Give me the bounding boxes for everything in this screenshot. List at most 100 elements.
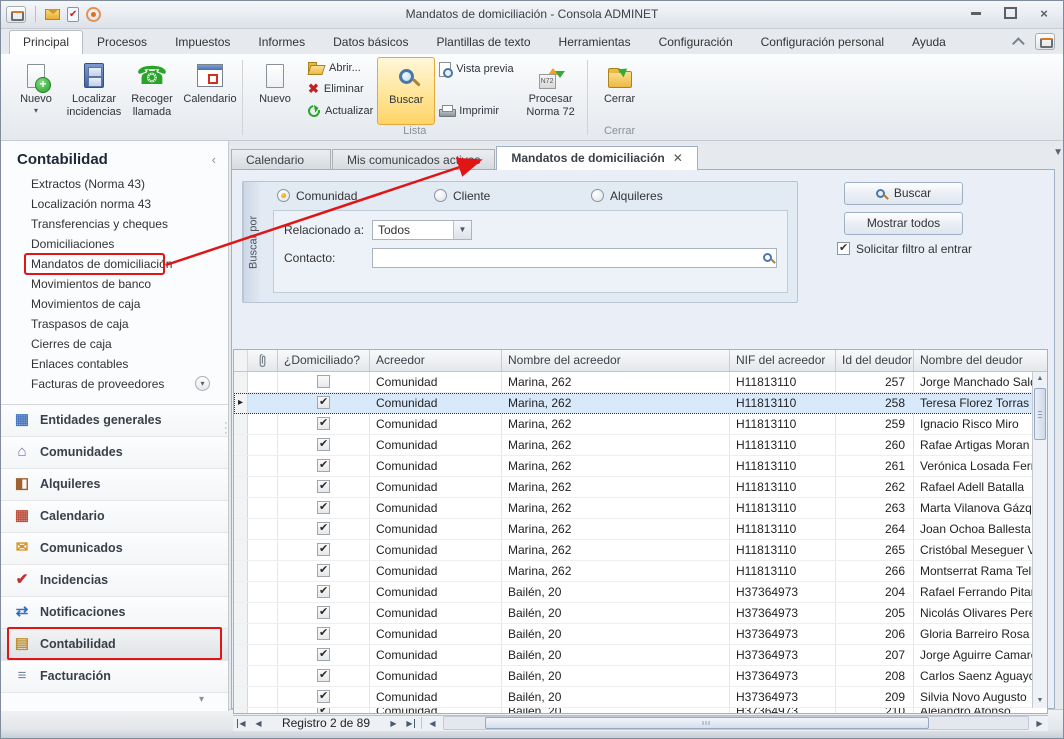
table-row[interactable]: Comunidad Marina, 262 H11813110 264 Joan…: [234, 519, 1047, 540]
table-row[interactable]: Comunidad Bailén, 20 H37364973 210 Aleja…: [234, 708, 1047, 714]
table-row[interactable]: Comunidad Marina, 262 H11813110 263 Mart…: [234, 498, 1047, 519]
table-row[interactable]: Comunidad Bailén, 20 H37364973 207 Jorge…: [234, 645, 1047, 666]
cerrar-button[interactable]: Cerrar: [591, 57, 649, 125]
document-tab[interactable]: Calendario ✕: [231, 149, 331, 170]
column-header[interactable]: Nombre del deudor: [914, 350, 1047, 371]
scroll-left-icon[interactable]: ◀: [424, 719, 441, 728]
menu-tab[interactable]: Procesos: [83, 30, 161, 54]
menu-tab[interactable]: Plantillas de texto: [422, 30, 544, 54]
eliminar-button[interactable]: ✖Eliminar: [308, 81, 373, 97]
tab-close-icon[interactable]: ✕: [673, 151, 683, 165]
sidebar-item[interactable]: Cierres de caja ▾: [1, 334, 228, 354]
table-row[interactable]: Comunidad Marina, 262 H11813110 261 Veró…: [234, 456, 1047, 477]
domiciliado-checkbox[interactable]: [317, 543, 330, 556]
search-radio[interactable]: Alquileres: [591, 189, 748, 203]
module-item[interactable]: Entidades generales: [1, 405, 228, 437]
table-row[interactable]: Comunidad Marina, 262 H11813110 257 Jorg…: [234, 372, 1047, 393]
tab-list-dropdown-icon[interactable]: ▼: [1053, 147, 1063, 158]
table-row[interactable]: Comunidad Bailén, 20 H37364973 208 Carlo…: [234, 666, 1047, 687]
menu-tab[interactable]: Configuración personal: [747, 30, 898, 54]
sidebar-item[interactable]: Transferencias y cheques ▾: [1, 214, 228, 234]
table-row[interactable]: Comunidad Marina, 262 H11813110 262 Rafa…: [234, 477, 1047, 498]
search-radio[interactable]: Cliente: [434, 189, 591, 203]
domiciliado-checkbox[interactable]: [317, 708, 330, 714]
prev-record-button[interactable]: ◀: [250, 719, 267, 728]
sidebar-item[interactable]: Mandatos de domiciliación ▾: [1, 254, 228, 274]
domiciliado-checkbox[interactable]: [317, 459, 330, 472]
menu-tab[interactable]: Configuración: [645, 30, 747, 54]
domiciliado-checkbox[interactable]: [317, 627, 330, 640]
table-row[interactable]: Comunidad Marina, 262 H11813110 265 Cris…: [234, 540, 1047, 561]
domiciliado-checkbox[interactable]: [317, 522, 330, 535]
domiciliado-checkbox[interactable]: [317, 564, 330, 577]
sidebar-more-icon[interactable]: ▾: [199, 694, 204, 705]
domiciliado-checkbox[interactable]: [317, 396, 330, 409]
calendario-button[interactable]: Calendario: [181, 57, 239, 125]
domiciliado-checkbox[interactable]: [317, 438, 330, 451]
procesar-norma72-button[interactable]: N72 Procesar Norma 72: [518, 57, 584, 125]
localizar-incidencias-button[interactable]: Localizar incidencias: [65, 57, 123, 125]
sidebar-item[interactable]: Traspasos de caja ▾: [1, 314, 228, 334]
column-header[interactable]: Id del deudor: [836, 350, 914, 371]
imprimir-button[interactable]: Imprimir: [439, 105, 513, 117]
column-header[interactable]: ¿Domiciliado?: [278, 350, 370, 371]
restore-icon[interactable]: [1001, 6, 1019, 20]
table-row[interactable]: Comunidad Bailén, 20 H37364973 205 Nicol…: [234, 603, 1047, 624]
module-item[interactable]: Notificaciones: [1, 597, 228, 629]
module-item[interactable]: Comunicados: [1, 533, 228, 565]
domiciliado-checkbox[interactable]: [317, 501, 330, 514]
tasks-check-icon[interactable]: [67, 7, 79, 22]
buscar-button[interactable]: Buscar: [844, 182, 963, 205]
collapse-ribbon-icon[interactable]: [1012, 37, 1025, 50]
domiciliado-checkbox[interactable]: [317, 690, 330, 703]
domiciliado-checkbox[interactable]: [317, 606, 330, 619]
vertical-scrollbar[interactable]: ▲ ▼: [1032, 372, 1047, 708]
nuevo-lista-button[interactable]: Nuevo: [246, 57, 304, 125]
sidebar-item[interactable]: Enlaces contables ▾: [1, 354, 228, 374]
combo-dropdown-icon[interactable]: ▼: [453, 221, 471, 239]
recoger-llamada-button[interactable]: ☎ Recoger llamada: [123, 57, 181, 125]
sidebar-item[interactable]: Extractos (Norma 43) ▾: [1, 174, 228, 194]
table-row[interactable]: Comunidad Marina, 262 H11813110 260 Rafa…: [234, 435, 1047, 456]
table-row[interactable]: Comunidad Bailén, 20 H37364973 204 Rafae…: [234, 582, 1047, 603]
scrollbar-thumb[interactable]: [485, 717, 929, 729]
menu-tab[interactable]: Ayuda: [898, 30, 960, 54]
app-logo-icon[interactable]: [6, 6, 26, 23]
table-row[interactable]: Comunidad Bailén, 20 H37364973 206 Glori…: [234, 624, 1047, 645]
collapse-sidebar-icon[interactable]: ‹: [212, 152, 216, 167]
lookup-magnifier-icon[interactable]: [763, 253, 772, 262]
attachment-column-header[interactable]: [248, 350, 278, 371]
minimize-icon[interactable]: [967, 6, 985, 20]
menu-tab[interactable]: Informes: [244, 30, 319, 54]
module-item[interactable]: Contabilidad: [1, 629, 228, 661]
table-row[interactable]: Comunidad Marina, 262 H11813110 266 Mont…: [234, 561, 1047, 582]
splitter-handle[interactable]: ···: [224, 421, 232, 436]
close-icon[interactable]: ×: [1035, 6, 1053, 20]
search-radio[interactable]: Comunidad: [277, 189, 434, 203]
sidebar-item[interactable]: Movimientos de caja ▾: [1, 294, 228, 314]
help-app-icon[interactable]: [1035, 33, 1055, 50]
module-item[interactable]: Facturación: [1, 661, 228, 693]
domiciliado-checkbox[interactable]: [317, 585, 330, 598]
module-item[interactable]: Incidencias: [1, 565, 228, 597]
scroll-right-icon[interactable]: ▶: [1031, 719, 1048, 728]
vista-previa-button[interactable]: Vista previa: [439, 62, 513, 77]
sidebar-item[interactable]: Domiciliaciones ▾: [1, 234, 228, 254]
document-tab[interactable]: Mis comunicados activos ✕: [332, 149, 495, 170]
domiciliado-checkbox[interactable]: [317, 648, 330, 661]
document-tab[interactable]: Mandatos de domiciliación ✕: [496, 146, 697, 170]
actualizar-button[interactable]: Actualizar: [308, 105, 373, 117]
table-row[interactable]: Comunidad Marina, 262 H11813110 259 Igna…: [234, 414, 1047, 435]
relacionado-select[interactable]: Todos ▼: [372, 220, 472, 240]
first-record-button[interactable]: ◀: [233, 719, 250, 728]
sidebar-item[interactable]: Localización norma 43 ▾: [1, 194, 228, 214]
menu-tab[interactable]: Impuestos: [161, 30, 244, 54]
domiciliado-checkbox[interactable]: [317, 480, 330, 493]
sidebar-item[interactable]: Facturas de proveedores ▾: [1, 374, 228, 394]
table-row[interactable]: Comunidad Marina, 262 H11813110 258 Tere…: [234, 393, 1047, 414]
scrollbar-thumb[interactable]: [1034, 388, 1046, 440]
mostrar-todos-button[interactable]: Mostrar todos: [844, 212, 963, 235]
mail-icon[interactable]: [45, 9, 60, 20]
module-item[interactable]: Alquileres: [1, 469, 228, 501]
domiciliado-checkbox[interactable]: [317, 417, 330, 430]
